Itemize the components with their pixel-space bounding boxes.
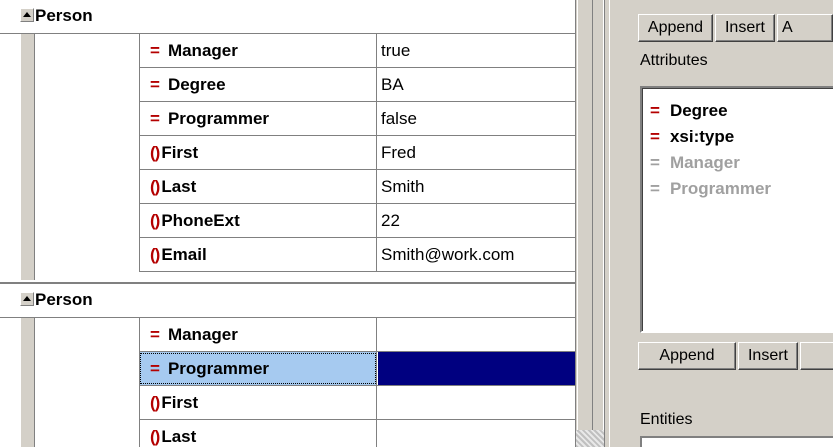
row-name-cell[interactable]: = Manager [139, 318, 377, 351]
grid-splitter[interactable] [577, 0, 591, 447]
grid-view[interactable]: Person = Manager true = Degree BA = Program… [0, 0, 576, 447]
element-icon: () [150, 393, 160, 412]
attribute-name: Degree [669, 101, 728, 120]
attribute-icon: = [150, 41, 160, 60]
row-name-cell[interactable]: () Last [139, 420, 377, 447]
row-name-cell[interactable]: () Last [139, 170, 377, 203]
table-row[interactable]: () Email Smith@work.com [139, 238, 575, 272]
table-row[interactable]: () PhoneExt 22 [139, 204, 575, 238]
vertical-scrollbar[interactable] [592, 0, 604, 430]
row-name-cell[interactable]: () Email [139, 238, 377, 271]
attribute-icon: = [650, 127, 660, 146]
attribute-name: Manager [669, 153, 740, 172]
table-row[interactable]: = Degree BA [139, 68, 575, 102]
row-name-cell[interactable]: = Programmer [139, 102, 377, 135]
person-group-1: Person = Manager true = Degree BA = Program… [0, 0, 575, 280]
attribute-icon: = [650, 153, 660, 172]
panel-divider[interactable] [604, 0, 620, 447]
row-value-cell[interactable]: true [378, 34, 575, 67]
row-value-cell[interactable]: BA [378, 68, 575, 101]
collapse-arrow-icon[interactable] [20, 8, 34, 22]
row-value-cell[interactable]: false [378, 102, 575, 135]
attributes-title: Attributes [640, 52, 708, 69]
list-item[interactable]: = Programmer [650, 178, 771, 200]
table-row[interactable]: () First [139, 386, 575, 420]
attribute-icon: = [650, 179, 660, 198]
attribute-icon: = [150, 325, 160, 344]
group-gutter [20, 318, 35, 447]
list-item[interactable]: = xsi:type [650, 126, 734, 148]
row-name: Degree [167, 75, 226, 94]
add-child-tab[interactable]: A [777, 14, 833, 42]
attribute-icon: = [150, 75, 160, 94]
insert-button[interactable]: Insert [738, 342, 798, 370]
table-row[interactable]: = Manager [139, 318, 575, 352]
row-name: First [161, 393, 199, 412]
row-name: Manager [167, 41, 238, 60]
row-name-cell[interactable]: = Programmer [139, 352, 377, 385]
table-row-selected[interactable]: = Programmer [139, 352, 575, 386]
element-icon: () [150, 245, 160, 264]
list-item[interactable]: = Degree [650, 100, 728, 122]
row-name: Programmer [167, 109, 270, 128]
row-name-cell[interactable]: () PhoneExt [139, 204, 377, 237]
person-group-2: Person = Manager = Programmer () First () La… [0, 282, 575, 447]
row-value-cell[interactable] [378, 352, 575, 385]
row-value-cell[interactable]: 22 [378, 204, 575, 237]
group-label: Person [35, 290, 93, 309]
entities-list[interactable] [640, 436, 833, 447]
group-gutter [20, 34, 35, 280]
row-value-cell[interactable] [378, 318, 575, 351]
attributes-list[interactable]: = Degree = xsi:type = Manager = Programmer [640, 86, 833, 333]
row-name: Last [161, 177, 197, 196]
row-name: Last [161, 427, 197, 446]
row-name: Email [161, 245, 207, 264]
group-label: Person [35, 6, 93, 25]
table-row[interactable]: () Last [139, 420, 575, 447]
group-header: Person [0, 0, 575, 34]
row-value-cell[interactable]: Fred [378, 136, 575, 169]
row-name: Manager [167, 325, 238, 344]
append-button[interactable]: Append [638, 342, 736, 370]
element-icon: () [150, 427, 160, 446]
element-icon: () [150, 177, 160, 196]
row-name: First [161, 143, 199, 162]
attribute-name: xsi:type [669, 127, 735, 146]
row-name-cell[interactable]: = Degree [139, 68, 377, 101]
entry-helper-panel: Append Insert A Attributes = Degree = xsi:… [620, 0, 833, 447]
table-row[interactable]: () Last Smith [139, 170, 575, 204]
row-name: Programmer [167, 359, 270, 378]
row-name-cell[interactable]: = Manager [139, 34, 377, 67]
row-name-cell[interactable]: () First [139, 386, 377, 419]
add-child-button[interactable] [800, 342, 833, 370]
table-row[interactable]: = Programmer false [139, 102, 575, 136]
insert-tab[interactable]: Insert [715, 14, 775, 42]
attribute-icon: = [150, 359, 160, 378]
element-icon: () [150, 143, 160, 162]
collapse-arrow-icon[interactable] [20, 292, 34, 306]
entities-title: Entities [640, 411, 693, 428]
attribute-icon: = [650, 101, 660, 120]
row-name-cell[interactable]: () First [139, 136, 377, 169]
group-header: Person [0, 284, 575, 318]
append-tab[interactable]: Append [638, 14, 713, 42]
row-value-cell[interactable]: Smith [378, 170, 575, 203]
table-row[interactable]: = Manager true [139, 34, 575, 68]
element-icon: () [150, 211, 160, 230]
attribute-icon: = [150, 109, 160, 128]
row-value-cell[interactable]: Smith@work.com [378, 238, 575, 271]
row-value-cell[interactable] [378, 420, 575, 447]
row-name: PhoneExt [161, 211, 240, 230]
row-value-cell[interactable] [378, 386, 575, 419]
table-row[interactable]: () First Fred [139, 136, 575, 170]
attribute-name: Programmer [669, 179, 772, 198]
list-item[interactable]: = Manager [650, 152, 740, 174]
size-grip[interactable] [576, 430, 604, 447]
